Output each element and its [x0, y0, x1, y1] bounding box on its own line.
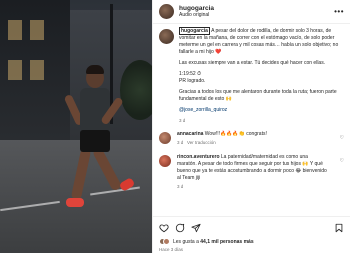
- comment-icon[interactable]: [175, 223, 185, 233]
- bookmark-icon[interactable]: [334, 223, 344, 233]
- share-icon[interactable]: [191, 223, 201, 233]
- caption-text: 1:19:52 ⏱: [179, 71, 201, 77]
- caption: hugogarcia A pesar del dolor de rodilla,…: [159, 27, 344, 124]
- avatar: [163, 238, 170, 245]
- comment-item: annacarina Wow!!!🔥🔥🔥👏 congrats! 3 d Ver …: [159, 131, 344, 146]
- caption-text: Gracias a todos los que me alentaron dur…: [179, 89, 337, 102]
- post-photo[interactable]: [0, 0, 152, 253]
- window: [8, 20, 22, 40]
- likes-summary[interactable]: Les gusta a 44,1 mil personas más: [159, 238, 344, 245]
- window: [8, 60, 22, 80]
- translate-link[interactable]: Ver traducción: [187, 140, 216, 145]
- window: [30, 60, 44, 80]
- caption-time: 3 d: [179, 118, 186, 123]
- caption-text: PR logrado.: [179, 78, 206, 84]
- avatar[interactable]: [159, 154, 171, 167]
- comment-item: rincon.aventurero La paternidad/maternid…: [159, 154, 344, 190]
- heart-icon[interactable]: ♡: [340, 158, 344, 164]
- comments-scroll[interactable]: hugogarcia A pesar del dolor de rodilla,…: [153, 24, 350, 216]
- caption-mention[interactable]: @jose_zorrilla_quiroz: [179, 107, 344, 114]
- more-options-icon[interactable]: •••: [334, 7, 344, 16]
- audio-label[interactable]: Audio original: [179, 12, 214, 18]
- comment-time: 3 d: [177, 183, 184, 189]
- runner-figure: [58, 62, 138, 232]
- post-viewer: hugogarcia Audio original ••• hugogarcia…: [0, 0, 350, 253]
- comment-username[interactable]: annacarina: [177, 131, 203, 137]
- post-panel: hugogarcia Audio original ••• hugogarcia…: [152, 0, 350, 253]
- post-username[interactable]: hugogarcia: [179, 5, 214, 12]
- avatar[interactable]: [159, 4, 174, 19]
- heart-icon[interactable]: ♡: [340, 135, 344, 141]
- post-date: Hace 3 días: [159, 247, 184, 252]
- comment-text: Wow!!!🔥🔥🔥👏 congrats!: [204, 131, 267, 138]
- heart-icon[interactable]: [159, 223, 169, 233]
- comment-time: 3 d: [177, 140, 184, 146]
- window: [30, 20, 44, 40]
- caption-text: Las excusas siempre van a estar. Tú deci…: [179, 60, 326, 66]
- caption-username[interactable]: hugogarcia: [179, 27, 210, 35]
- likes-label: Les gusta a: [173, 238, 199, 245]
- avatar[interactable]: [159, 29, 174, 44]
- likes-count[interactable]: 44,1 mil personas más: [200, 239, 253, 245]
- avatar[interactable]: [159, 132, 171, 145]
- comment-username[interactable]: rincon.aventurero: [177, 154, 220, 160]
- post-actions: Les gusta a 44,1 mil personas más Hace 3…: [153, 216, 350, 253]
- post-header: hugogarcia Audio original •••: [153, 0, 350, 24]
